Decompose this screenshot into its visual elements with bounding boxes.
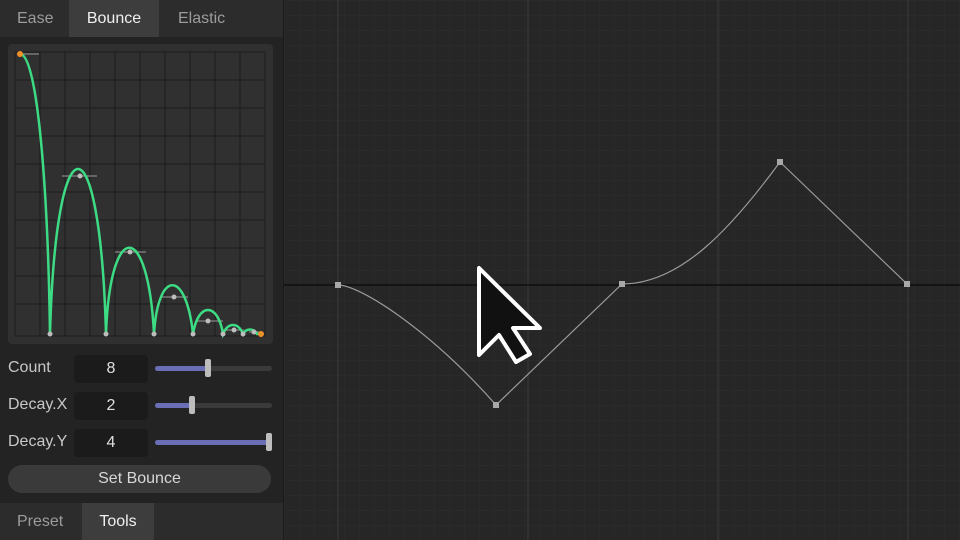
graph-canvas[interactable] xyxy=(284,0,960,540)
tab-elastic[interactable]: Elastic xyxy=(159,0,242,37)
count-label: Count xyxy=(8,359,51,376)
bounce-curve-preview xyxy=(8,44,273,344)
decay-y-row: Decay.Y 4 xyxy=(0,429,283,457)
graph-grid xyxy=(284,0,960,540)
curve-editor-graph[interactable] xyxy=(284,0,960,540)
decay-x-slider-handle[interactable] xyxy=(189,396,196,414)
count-field[interactable]: 8 xyxy=(74,355,148,383)
decay-x-slider[interactable] xyxy=(155,396,272,414)
decay-y-slider-handle[interactable] xyxy=(266,433,272,451)
tab-ease[interactable]: Ease xyxy=(0,0,69,37)
decay-y-label: Decay.Y xyxy=(8,433,68,450)
count-slider[interactable] xyxy=(155,359,272,377)
count-slider-handle[interactable] xyxy=(204,359,211,377)
tab-tools[interactable]: Tools xyxy=(82,503,154,540)
count-slider-fill xyxy=(155,366,208,371)
bounce-curve-graph xyxy=(14,51,266,339)
decay-x-row: Decay.X 2 xyxy=(0,392,283,420)
decay-x-slider-fill xyxy=(155,403,193,408)
tab-bounce[interactable]: Bounce xyxy=(69,0,159,37)
mode-tabs: Ease Bounce Elastic xyxy=(0,0,283,37)
decay-y-slider[interactable] xyxy=(155,433,272,451)
decay-y-slider-fill xyxy=(155,440,272,445)
count-row: Count 8 xyxy=(0,355,283,383)
decay-x-field[interactable]: 2 xyxy=(74,392,148,420)
decay-y-field[interactable]: 4 xyxy=(74,429,148,457)
start-point[interactable] xyxy=(17,51,23,57)
set-bounce-button[interactable]: Set Bounce xyxy=(8,465,271,493)
bottom-tabs: Preset Tools xyxy=(0,503,283,540)
end-point[interactable] xyxy=(258,331,264,337)
decay-x-label: Decay.X xyxy=(8,396,68,413)
bounce-editor-panel: Ease Bounce Elastic Count 8 Decay.X 2 De… xyxy=(0,0,284,540)
tab-preset[interactable]: Preset xyxy=(0,503,82,540)
